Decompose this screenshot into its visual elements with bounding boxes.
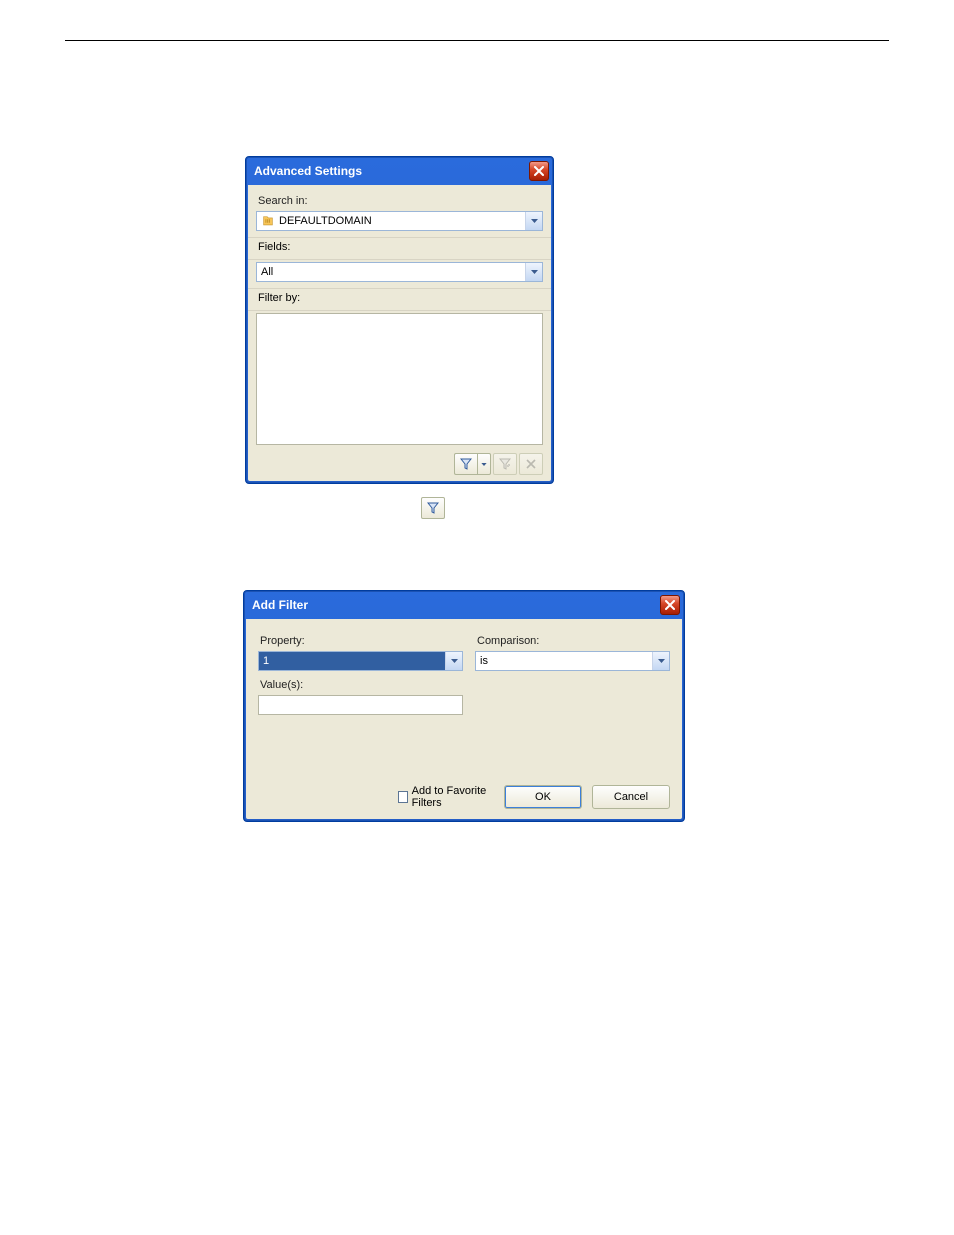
dropdown-button[interactable] <box>445 652 462 670</box>
filter-toolbar <box>256 449 543 475</box>
add-to-favorites-label: Add to Favorite Filters <box>412 785 494 809</box>
search-in-combo[interactable]: DEFAULTDOMAIN <box>256 211 543 231</box>
page: Advanced Settings Search in: DEFAULTDOMA… <box>0 0 954 41</box>
fields-combo[interactable]: All <box>256 262 543 282</box>
values-input[interactable] <box>258 695 463 715</box>
client-area: Search in: DEFAULTDOMAIN Fields: <box>248 185 551 481</box>
chevron-down-icon <box>481 463 487 466</box>
fields-label: Fields: <box>258 241 290 253</box>
delete-icon <box>526 459 536 469</box>
values-label: Value(s): <box>260 679 670 691</box>
dropdown-button[interactable] <box>652 652 669 670</box>
comparison-value: is <box>480 655 488 667</box>
cancel-label: Cancel <box>614 791 648 803</box>
close-icon <box>534 166 544 176</box>
checkbox-icon <box>398 791 408 803</box>
close-button[interactable] <box>660 595 680 615</box>
add-to-favorites-checkbox[interactable]: Add to Favorite Filters <box>398 785 494 809</box>
add-filter-button[interactable] <box>454 453 477 475</box>
comparison-label: Comparison: <box>477 635 670 647</box>
dropdown-button[interactable] <box>525 263 542 281</box>
filter-split-button[interactable] <box>454 453 491 475</box>
chevron-down-icon <box>531 270 538 274</box>
fields-value: All <box>261 266 273 278</box>
dialog-footer: Add to Favorite Filters OK Cancel <box>258 785 670 809</box>
filter-by-listbox[interactable] <box>256 313 543 445</box>
search-in-label: Search in: <box>258 195 543 207</box>
window-title: Advanced Settings <box>254 164 529 178</box>
edit-filter-button[interactable] <box>493 453 517 475</box>
window-title: Add Filter <box>252 598 660 612</box>
client-area: Property: 1 Comparison: is <box>246 619 682 819</box>
add-filter-window: Add Filter Property: 1 <box>243 590 685 822</box>
filter-by-label: Filter by: <box>258 292 300 304</box>
fields-label-bar: Fields: <box>248 237 551 260</box>
title-bar[interactable]: Add Filter <box>246 593 682 619</box>
funnel-edit-icon <box>499 458 511 470</box>
property-comparison-row: Property: 1 Comparison: is <box>258 631 670 671</box>
search-in-value: DEFAULTDOMAIN <box>279 215 372 227</box>
domain-icon <box>261 214 275 228</box>
close-icon <box>665 600 675 610</box>
dropdown-button[interactable] <box>525 212 542 230</box>
comparison-combo[interactable]: is <box>475 651 670 671</box>
funnel-icon <box>427 502 439 514</box>
advanced-settings-window: Advanced Settings Search in: DEFAULTDOMA… <box>245 156 554 484</box>
title-bar[interactable]: Advanced Settings <box>248 159 551 185</box>
property-combo[interactable]: 1 <box>258 651 463 671</box>
add-filter-dropdown[interactable] <box>477 453 491 475</box>
chevron-down-icon <box>531 219 538 223</box>
delete-filter-button[interactable] <box>519 453 543 475</box>
chevron-down-icon <box>658 659 665 663</box>
filter-by-label-bar: Filter by: <box>248 288 551 311</box>
horizontal-rule <box>65 40 889 41</box>
funnel-button-inline <box>421 497 445 519</box>
ok-button[interactable]: OK <box>504 785 582 809</box>
property-label: Property: <box>260 635 463 647</box>
chevron-down-icon <box>451 659 458 663</box>
cancel-button[interactable]: Cancel <box>592 785 670 809</box>
ok-label: OK <box>535 791 551 803</box>
close-button[interactable] <box>529 161 549 181</box>
property-value: 1 <box>263 655 269 667</box>
funnel-icon <box>460 458 472 470</box>
